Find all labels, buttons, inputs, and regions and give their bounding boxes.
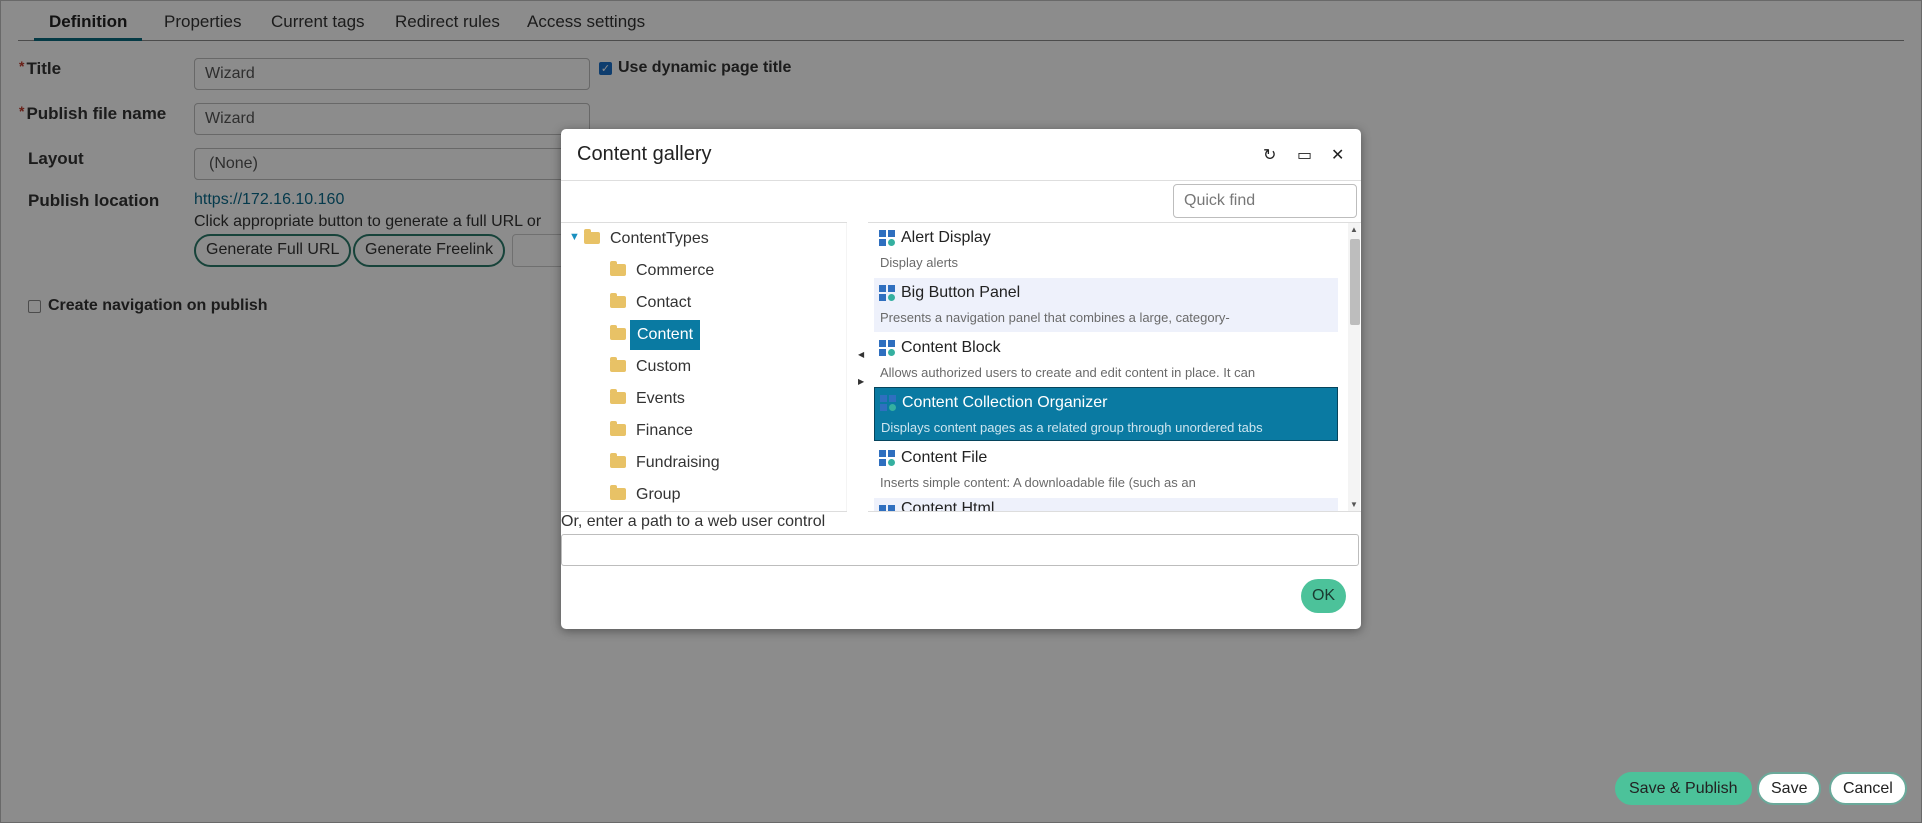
save-publish-button[interactable]: Save & Publish (1615, 772, 1752, 805)
folder-icon (610, 325, 626, 340)
item-title: Content Html (901, 500, 995, 512)
refresh-icon[interactable]: ↻ (1263, 145, 1276, 165)
folder-icon (584, 229, 600, 244)
folder-icon (610, 261, 626, 276)
list-scroll-thumb[interactable] (1350, 239, 1360, 325)
tree-node-custom[interactable]: Custom (610, 352, 691, 382)
widget-icon (879, 450, 895, 466)
tree-node-commerce[interactable]: Commerce (610, 256, 714, 286)
maximize-icon[interactable]: ▭ (1297, 145, 1312, 165)
scroll-down-icon[interactable]: ▼ (1350, 500, 1358, 509)
close-icon[interactable]: ✕ (1331, 145, 1344, 165)
folder-icon (610, 389, 626, 404)
folder-icon (610, 293, 626, 308)
list-item[interactable]: Big Button Panel Presents a navigation p… (874, 278, 1338, 332)
item-title: Alert Display (901, 229, 991, 246)
tree-node-contenttypes[interactable]: ContentTypes (584, 224, 709, 254)
widget-icon (880, 395, 896, 411)
ok-button[interactable]: OK (1301, 579, 1346, 613)
content-type-list: Alert Display Display alerts Big Button … (868, 222, 1361, 512)
item-title: Content File (901, 449, 988, 466)
save-button[interactable]: Save (1757, 772, 1822, 805)
list-item-selected[interactable]: Content Collection Organizer Displays co… (874, 387, 1338, 441)
folder-icon (610, 485, 626, 500)
cancel-button[interactable]: Cancel (1829, 772, 1907, 805)
tree-node-contact[interactable]: Contact (610, 288, 691, 318)
path-input[interactable] (561, 534, 1359, 566)
list-item[interactable]: Content Block Allows authorized users to… (874, 333, 1338, 387)
dialog-header: Content gallery ↻ ▭ ✕ (561, 129, 1361, 181)
item-description: Inserts simple content: A downloadable f… (880, 475, 1196, 490)
tree-scrollbar[interactable]: ▲ ▼ (846, 223, 847, 511)
content-gallery-dialog: Content gallery ↻ ▭ ✕ Quick find ▼ Conte… (561, 129, 1361, 629)
content-type-tree: ▼ ContentTypes Commerce Contact Content … (561, 222, 847, 512)
list-item[interactable]: Content File Inserts simple content: A d… (874, 443, 1338, 497)
item-description: Allows authorized users to create and ed… (880, 365, 1256, 380)
tree-node-group[interactable]: Group (610, 480, 680, 510)
item-description: Presents a navigation panel that combine… (880, 310, 1230, 325)
dialog-title: Content gallery (577, 143, 712, 165)
tree-node-events[interactable]: Events (610, 384, 685, 414)
widget-icon (879, 230, 895, 246)
item-title: Big Button Panel (901, 284, 1021, 301)
scroll-up-icon[interactable]: ▲ (1350, 225, 1358, 234)
item-description: Displays content pages as a related grou… (881, 420, 1263, 435)
widget-icon (879, 285, 895, 301)
collapse-left-icon[interactable]: ◀ (858, 350, 864, 359)
folder-icon (610, 421, 626, 436)
path-label: Or, enter a path to a web user control (561, 513, 826, 530)
list-item[interactable]: Content Html (874, 498, 1338, 512)
item-description: Display alerts (880, 255, 959, 270)
expand-triangle-icon[interactable]: ▼ (569, 231, 580, 243)
folder-icon (610, 357, 626, 372)
list-item[interactable]: Alert Display Display alerts (874, 223, 1338, 277)
list-scrollbar[interactable]: ▲ ▼ (1348, 223, 1360, 511)
quick-find-input[interactable]: Quick find (1173, 184, 1357, 218)
expand-right-icon[interactable]: ▶ (858, 377, 864, 386)
folder-icon (610, 453, 626, 468)
tree-node-fundraising[interactable]: Fundraising (610, 448, 720, 478)
pane-splitter[interactable]: ◀ ▶ (857, 222, 865, 512)
tree-node-finance[interactable]: Finance (610, 416, 693, 446)
widget-icon (879, 505, 895, 511)
item-title: Content Collection Organizer (902, 394, 1108, 411)
item-title: Content Block (901, 339, 1001, 356)
widget-icon (879, 340, 895, 356)
tree-node-content[interactable]: Content (610, 320, 701, 350)
